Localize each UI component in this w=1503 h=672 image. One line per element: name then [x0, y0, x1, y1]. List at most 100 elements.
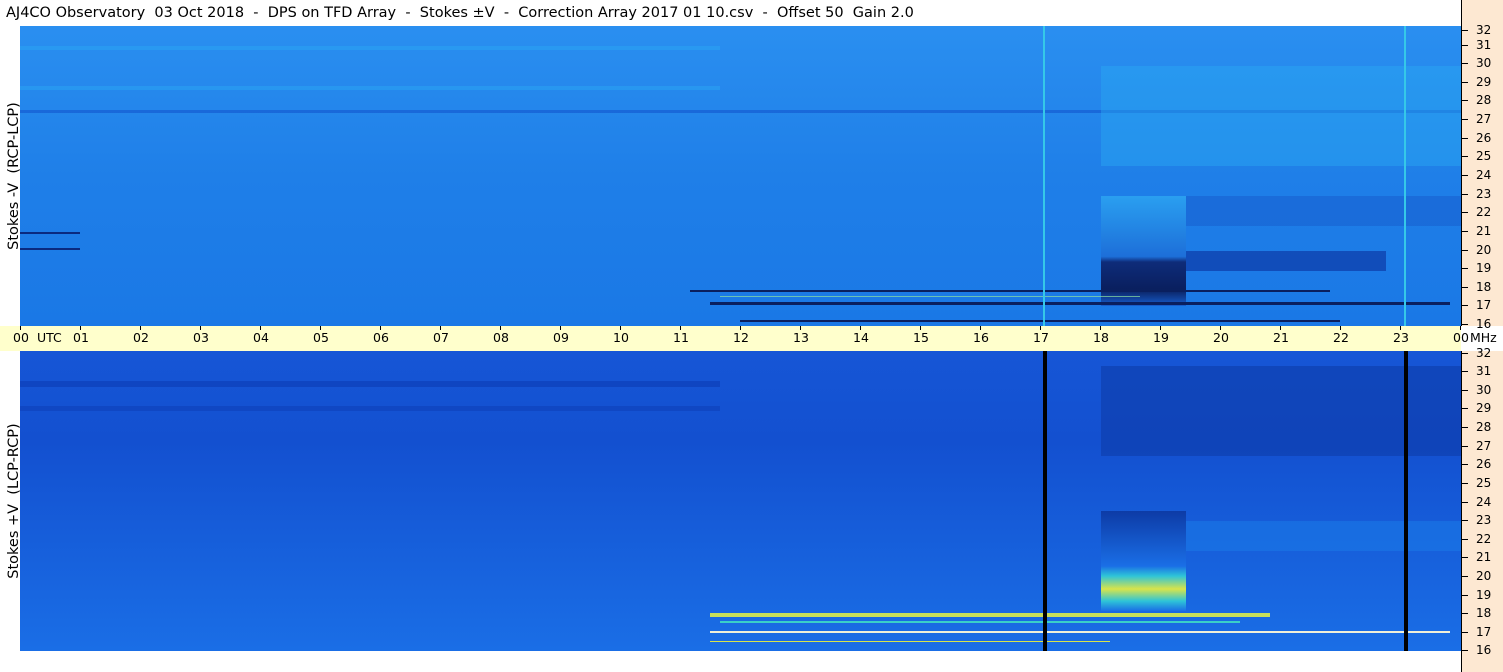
time-label-07: 07	[433, 330, 449, 345]
time-label-01: 01	[73, 330, 89, 345]
time-label-21: 21	[1273, 330, 1289, 345]
freq-label-32: 32	[1476, 346, 1492, 360]
freq-label-19: 19	[1476, 588, 1492, 602]
time-label-20: 20	[1213, 330, 1229, 345]
freq-tick	[1462, 446, 1468, 447]
freq-label-30: 30	[1476, 56, 1492, 70]
freq-label-28: 28	[1476, 420, 1492, 434]
time-label-11: 11	[673, 330, 689, 345]
time-label-05: 05	[313, 330, 329, 345]
freq-tick	[1462, 353, 1468, 354]
freq-tick	[1462, 231, 1468, 232]
time-label-18: 18	[1093, 330, 1109, 345]
freq-tick	[1462, 390, 1468, 391]
freq-tick	[1462, 595, 1468, 596]
freq-tick	[1462, 82, 1468, 83]
time-label-19: 19	[1153, 330, 1169, 345]
freq-label-27: 27	[1476, 439, 1492, 453]
time-label-16: 16	[973, 330, 989, 345]
frequency-unit-label: MHz	[1470, 330, 1497, 345]
time-label-00: 00	[13, 330, 29, 345]
freq-tick	[1462, 324, 1468, 325]
time-label-13: 13	[793, 330, 809, 345]
freq-tick	[1462, 30, 1468, 31]
freq-tick	[1462, 427, 1468, 428]
spectrogram-bottom-image	[20, 351, 1461, 651]
freq-label-29: 29	[1476, 75, 1492, 89]
freq-label-16: 16	[1476, 643, 1492, 657]
freq-label-24: 24	[1476, 168, 1492, 182]
frequency-axis-bottom: 32 31 30 29 28 27 26 25 24 23 22 21 20 1…	[1461, 347, 1503, 672]
time-label-15: 15	[913, 330, 929, 345]
freq-tick	[1462, 194, 1468, 195]
freq-tick	[1462, 45, 1468, 46]
time-label-04: 04	[253, 330, 269, 345]
freq-label-18: 18	[1476, 606, 1492, 620]
freq-tick	[1462, 156, 1468, 157]
time-label-12: 12	[733, 330, 749, 345]
y-axis-label-bottom: Stokes +V (LCP-RCP)	[6, 423, 22, 579]
freq-label-22: 22	[1476, 532, 1492, 546]
freq-tick	[1462, 650, 1468, 651]
time-axis: 00 UTC 01 02 03 04 05 06 07 08 09 10 11 …	[0, 326, 1497, 351]
freq-label-20: 20	[1476, 243, 1492, 257]
time-label-17: 17	[1033, 330, 1049, 345]
freq-label-19: 19	[1476, 261, 1492, 275]
time-label-23: 23	[1393, 330, 1409, 345]
freq-tick	[1462, 632, 1468, 633]
freq-label-25: 25	[1476, 149, 1492, 163]
freq-label-30: 30	[1476, 383, 1492, 397]
window-title: AJ4CO Observatory 03 Oct 2018 - DPS on T…	[6, 5, 914, 21]
time-unit-label: UTC	[37, 330, 62, 345]
freq-label-23: 23	[1476, 513, 1492, 527]
time-label-22: 22	[1333, 330, 1349, 345]
freq-label-17: 17	[1476, 298, 1492, 312]
time-label-03: 03	[193, 330, 209, 345]
freq-tick	[1462, 408, 1468, 409]
freq-label-16: 16	[1476, 317, 1492, 331]
frequency-axis-top: 32 31 30 29 28 27 26 25 24 23 22 21 20 1…	[1461, 0, 1503, 330]
freq-tick	[1462, 613, 1468, 614]
freq-tick	[1462, 557, 1468, 558]
freq-label-21: 21	[1476, 224, 1492, 238]
freq-tick	[1462, 464, 1468, 465]
freq-tick	[1462, 212, 1468, 213]
spectrogram-top-image	[20, 26, 1461, 326]
freq-tick	[1462, 539, 1468, 540]
freq-tick	[1462, 175, 1468, 176]
spectrogram-stokes-plus-v	[20, 351, 1461, 651]
time-label-00-end: 00	[1453, 330, 1469, 345]
freq-tick	[1462, 502, 1468, 503]
freq-label-23: 23	[1476, 187, 1492, 201]
freq-tick	[1462, 100, 1468, 101]
freq-label-17: 17	[1476, 625, 1492, 639]
freq-label-26: 26	[1476, 457, 1492, 471]
freq-label-18: 18	[1476, 280, 1492, 294]
freq-label-27: 27	[1476, 112, 1492, 126]
freq-label-26: 26	[1476, 131, 1492, 145]
freq-tick	[1462, 483, 1468, 484]
freq-tick	[1462, 268, 1468, 269]
y-axis-label-top: Stokes -V (RCP-LCP)	[6, 102, 22, 250]
freq-tick	[1462, 63, 1468, 64]
spectrogram-stokes-minus-v	[20, 26, 1461, 326]
freq-tick	[1462, 371, 1468, 372]
freq-label-29: 29	[1476, 401, 1492, 415]
freq-label-20: 20	[1476, 569, 1492, 583]
freq-label-21: 21	[1476, 550, 1492, 564]
freq-label-28: 28	[1476, 93, 1492, 107]
time-label-02: 02	[133, 330, 149, 345]
freq-label-32: 32	[1476, 23, 1492, 37]
freq-tick	[1462, 138, 1468, 139]
freq-tick	[1462, 287, 1468, 288]
time-label-06: 06	[373, 330, 389, 345]
freq-label-31: 31	[1476, 364, 1492, 378]
freq-tick	[1462, 119, 1468, 120]
time-label-10: 10	[613, 330, 629, 345]
freq-tick	[1462, 576, 1468, 577]
time-label-08: 08	[493, 330, 509, 345]
freq-tick	[1462, 520, 1468, 521]
freq-tick	[1462, 250, 1468, 251]
freq-label-24: 24	[1476, 495, 1492, 509]
freq-label-25: 25	[1476, 476, 1492, 490]
